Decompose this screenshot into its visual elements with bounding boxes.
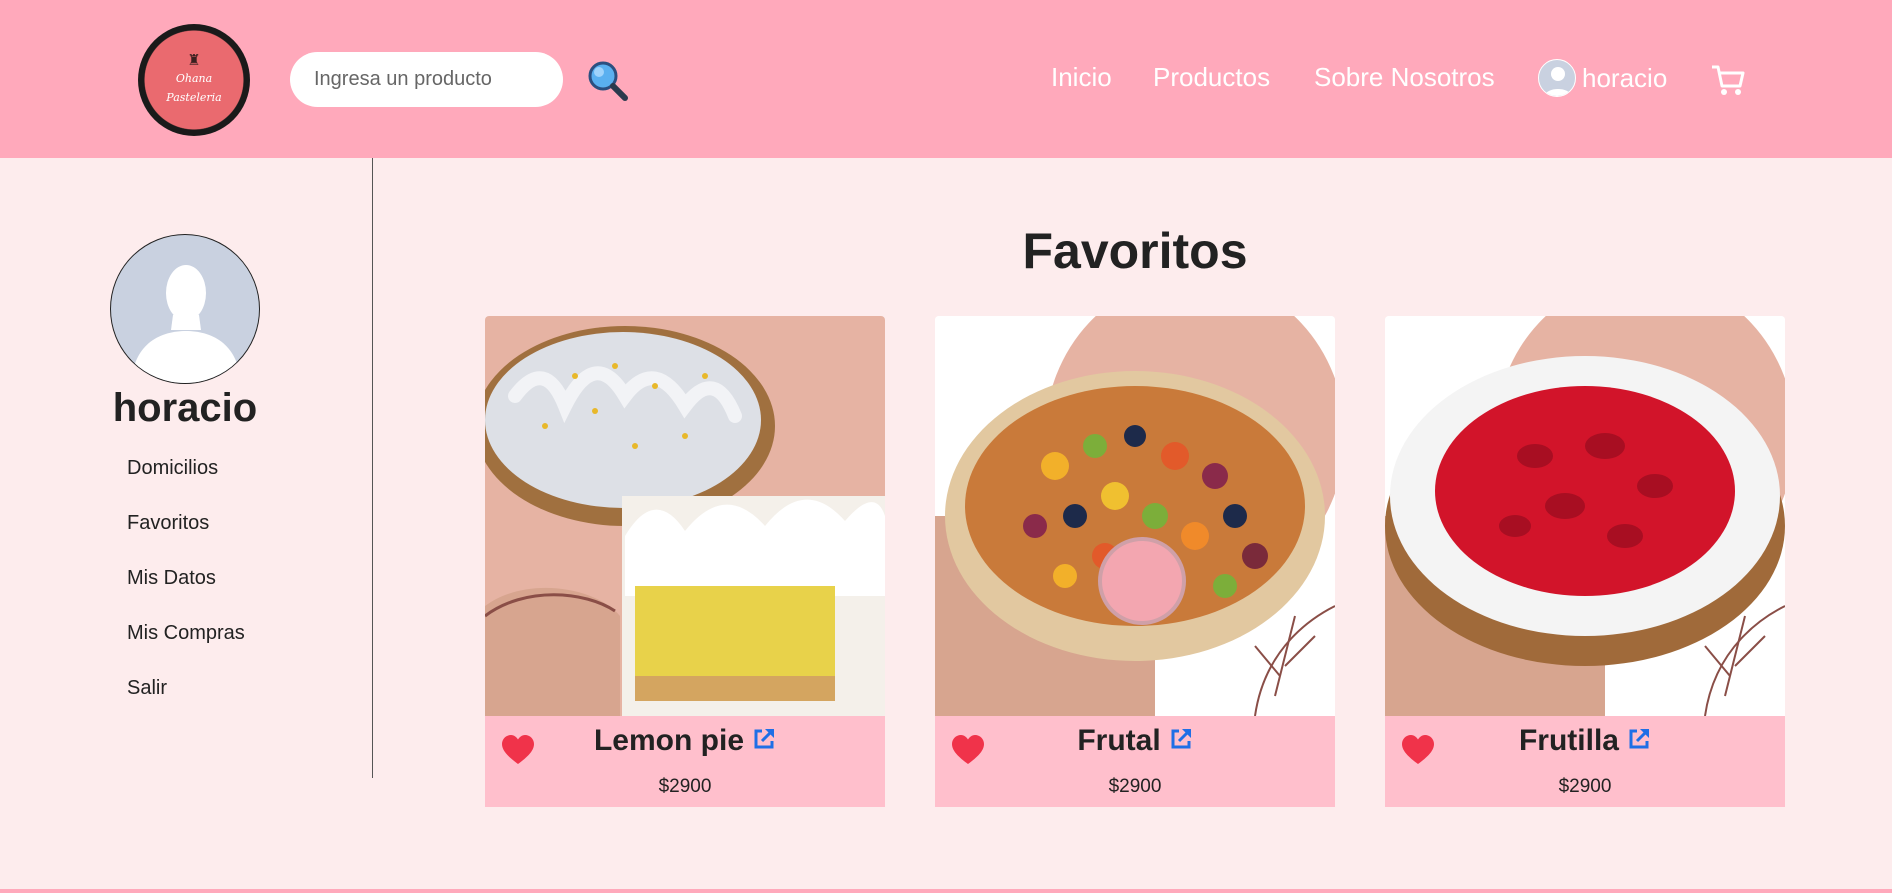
nav-sobre-nosotros[interactable]: Sobre Nosotros xyxy=(1314,62,1495,93)
sidebar-item-mis-datos[interactable]: Mis Datos xyxy=(127,566,245,621)
nav-productos[interactable]: Productos xyxy=(1153,62,1270,93)
nav-inicio[interactable]: Inicio xyxy=(1051,62,1112,93)
cupcake-icon: ♜ xyxy=(187,52,201,69)
card-footer: Lemon pie $2900 xyxy=(485,716,885,807)
nav-user-name: horacio xyxy=(1582,62,1668,93)
product-price: $2900 xyxy=(1108,776,1162,797)
sidebar-item-domicilios[interactable]: Domicilios xyxy=(127,456,245,511)
logo[interactable]: ♜ Ohana Pasteleria xyxy=(138,24,250,136)
page-title: Favoritos xyxy=(1022,223,1248,279)
logo-inner: ♜ Ohana Pasteleria xyxy=(148,34,240,126)
card-title-row: Frutal xyxy=(935,724,1335,758)
strawberry-tart-photo[interactable] xyxy=(1385,316,1785,716)
logo-text-line1: Ohana xyxy=(175,72,213,85)
cart-icon[interactable] xyxy=(1710,62,1746,98)
user-avatar-icon xyxy=(1538,59,1576,97)
sidebar: horacio Domicilios Favoritos Mis Datos M… xyxy=(0,158,373,778)
product-title[interactable]: Frutal xyxy=(1077,724,1160,758)
sidebar-item-mis-compras[interactable]: Mis Compras xyxy=(127,621,245,676)
card-title-row: Lemon pie xyxy=(485,724,885,758)
card-footer: Frutal $2900 xyxy=(935,716,1335,807)
external-link-icon[interactable] xyxy=(1627,727,1651,751)
product-title[interactable]: Lemon pie xyxy=(594,724,744,758)
footer-divider xyxy=(0,889,1892,893)
product-card: Lemon pie $2900 xyxy=(485,316,885,807)
product-card: Frutal $2900 xyxy=(935,316,1335,807)
lemon-pie-photo[interactable] xyxy=(485,316,885,716)
card-title-row: Frutilla xyxy=(1385,724,1785,758)
sidebar-menu: Domicilios Favoritos Mis Datos Mis Compr… xyxy=(127,456,245,731)
search-input[interactable] xyxy=(290,52,563,107)
sidebar-item-favoritos[interactable]: Favoritos xyxy=(127,511,245,566)
search-icon[interactable] xyxy=(585,58,629,102)
fruit-tart-photo[interactable] xyxy=(935,316,1335,716)
external-link-icon[interactable] xyxy=(1169,727,1193,751)
profile-name: horacio xyxy=(112,386,258,430)
nav-user-menu[interactable]: horacio xyxy=(1538,58,1667,98)
product-price: $2900 xyxy=(658,776,712,797)
card-footer: Frutilla $2900 xyxy=(1385,716,1785,807)
external-link-icon[interactable] xyxy=(752,727,776,751)
product-card: Frutilla $2900 xyxy=(1385,316,1785,807)
profile-avatar xyxy=(110,234,260,384)
product-title[interactable]: Frutilla xyxy=(1519,724,1619,758)
header: ♜ Ohana Pasteleria Inicio Productos Sobr… xyxy=(0,0,1892,158)
product-price: $2900 xyxy=(1558,776,1612,797)
logo-text-line2: Pasteleria xyxy=(166,91,222,104)
sidebar-item-salir[interactable]: Salir xyxy=(127,676,245,731)
